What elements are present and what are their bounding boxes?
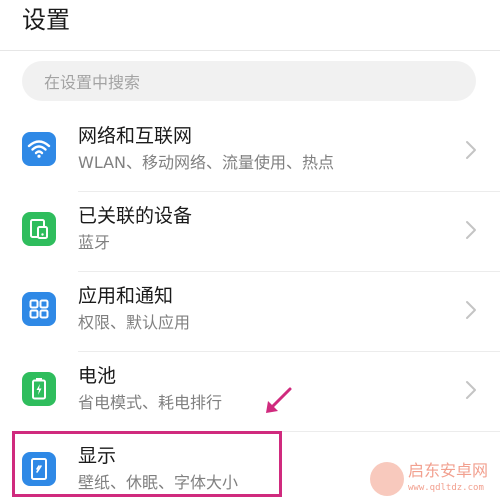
settings-item-label: 网络和互联网	[78, 125, 193, 147]
watermark-logo-icon	[370, 462, 404, 496]
header-divider	[0, 50, 500, 51]
wifi-icon	[22, 132, 56, 166]
apps-icon	[22, 292, 56, 326]
settings-item-description: 蓝牙	[78, 233, 111, 252]
watermark-text: 启东安卓网	[408, 461, 489, 480]
chevron-right-icon	[466, 141, 476, 159]
settings-item-label: 电池	[78, 365, 117, 387]
search-placeholder: 在设置中搜索	[44, 73, 141, 92]
settings-screen: 设置 在设置中搜索 网络和互联网 WLAN、移动网络、流量使用、热点 已关联的设…	[0, 0, 500, 500]
watermark-url: www.qdltdz.com	[408, 483, 484, 493]
settings-item-apps-notifications[interactable]: 应用和通知 权限、默认应用	[0, 272, 500, 352]
settings-item-description: WLAN、移动网络、流量使用、热点	[78, 153, 335, 172]
settings-item-connected-devices[interactable]: 已关联的设备 蓝牙	[0, 192, 500, 272]
pointer-arrow-icon	[266, 387, 292, 413]
chevron-right-icon	[466, 221, 476, 239]
page-title: 设置	[22, 6, 70, 34]
battery-icon	[22, 372, 56, 406]
devices-icon	[22, 212, 56, 246]
settings-item-battery[interactable]: 电池 省电模式、耗电排行	[0, 352, 500, 432]
settings-item-network[interactable]: 网络和互联网 WLAN、移动网络、流量使用、热点	[0, 112, 500, 192]
settings-item-description: 省电模式、耗电排行	[78, 393, 223, 412]
search-input[interactable]: 在设置中搜索	[22, 61, 476, 101]
settings-item-label: 应用和通知	[78, 285, 174, 307]
highlight-box	[12, 431, 282, 497]
settings-item-description: 权限、默认应用	[78, 313, 191, 332]
watermark: 启东安卓网 www.qdltdz.com	[370, 462, 496, 498]
chevron-right-icon	[466, 301, 476, 319]
settings-item-label: 已关联的设备	[78, 205, 193, 227]
chevron-right-icon	[466, 381, 476, 399]
